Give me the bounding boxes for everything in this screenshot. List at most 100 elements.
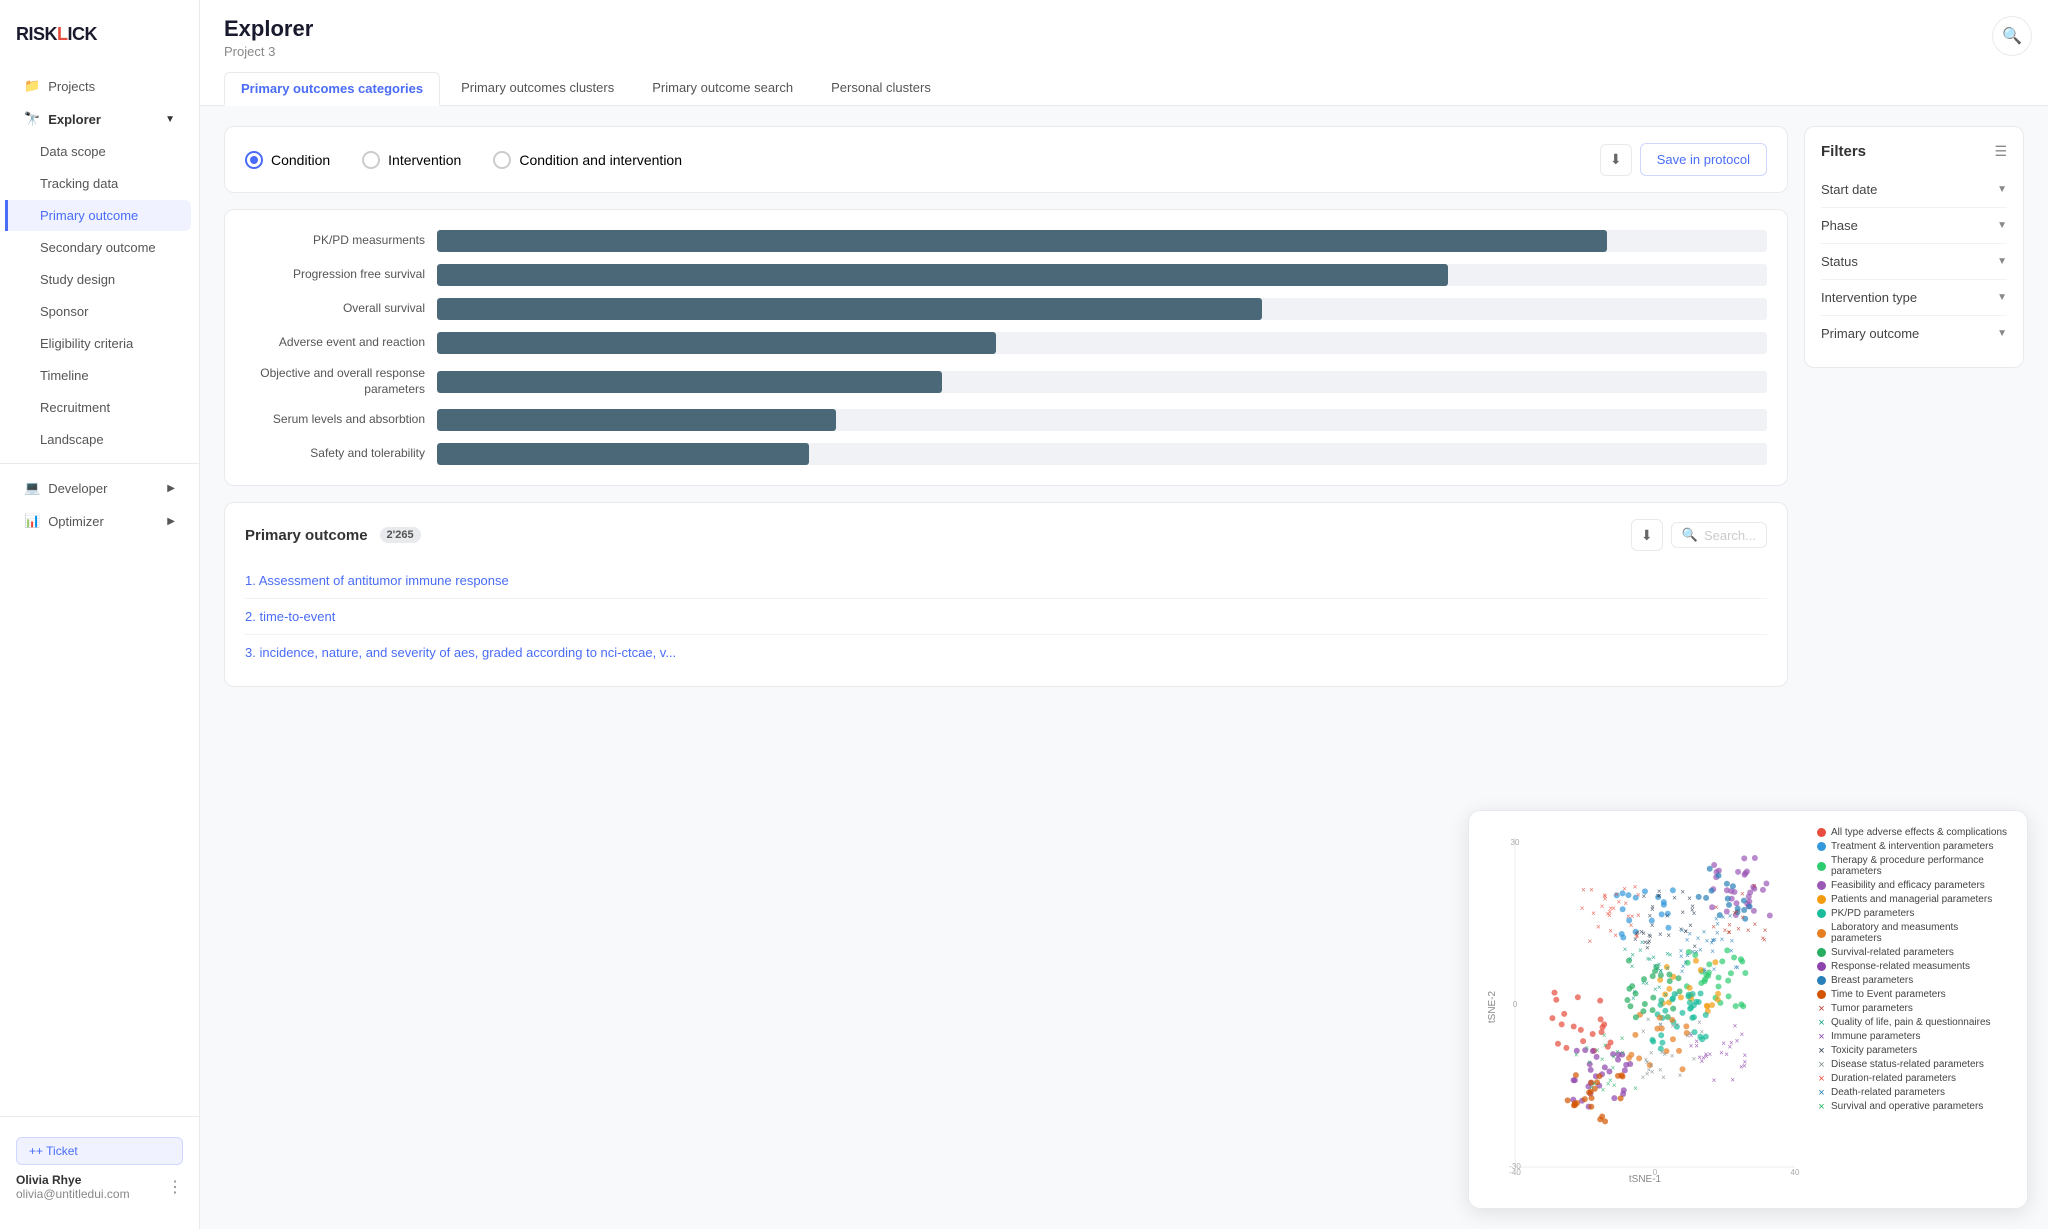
filter-items: Start date ▼ Phase ▼ Status ▼ Interventi… <box>1821 172 2007 351</box>
sidebar-item-landscape[interactable]: Landscape <box>8 424 191 455</box>
sidebar-item-secondary-outcome[interactable]: Secondary outcome <box>8 232 191 263</box>
tab-personal-clusters[interactable]: Personal clusters <box>814 71 948 105</box>
scatter-x: × <box>1636 890 1641 899</box>
scatter-dot <box>1650 1038 1656 1044</box>
scatter-x: × <box>1658 1065 1663 1074</box>
scatter-dot <box>1599 1113 1605 1119</box>
bar-row[interactable]: Objective and overall response parameter… <box>245 366 1767 397</box>
tab-primary-outcomes-categories[interactable]: Primary outcomes categories <box>224 72 440 106</box>
bar-row[interactable]: Adverse event and reaction <box>245 332 1767 354</box>
sidebar-item-study-design[interactable]: Study design <box>8 264 191 295</box>
scatter-dot <box>1719 958 1725 964</box>
sidebar-item-developer[interactable]: 💻 Developer ▶ <box>8 472 191 504</box>
scatter-dot <box>1751 908 1757 914</box>
tab-primary-outcome-search[interactable]: Primary outcome search <box>635 71 810 105</box>
svg-text:tSNE-2: tSNE-2 <box>1487 990 1498 1023</box>
tab-primary-outcomes-clusters[interactable]: Primary outcomes clusters <box>444 71 631 105</box>
filter-label: Phase <box>1821 218 1858 233</box>
bar-row[interactable]: Safety and tolerability <box>245 443 1767 465</box>
scatter-dot <box>1553 997 1559 1003</box>
page-subtitle: Project 3 <box>224 44 2024 59</box>
scatter-x: × <box>1632 988 1637 997</box>
sidebar-item-eligibility-criteria[interactable]: Eligibility criteria <box>8 328 191 359</box>
user-profile: Olivia Rhye olivia@untitledui.com ⋮ <box>16 1173 183 1201</box>
legend-item: ×Tumor parameters <box>1817 1003 2011 1014</box>
scatter-dot <box>1575 994 1581 1000</box>
scatter-dot <box>1665 1014 1671 1020</box>
sidebar-item-sponsor[interactable]: Sponsor <box>8 296 191 327</box>
legend-item: Laboratory and measuments parameters <box>1817 922 2011 944</box>
list-item[interactable]: 2. time-to-event <box>245 599 1767 635</box>
scatter-x: × <box>1665 912 1670 921</box>
scatter-x: × <box>1635 931 1640 940</box>
list-item[interactable]: 3. incidence, nature, and severity of ae… <box>245 635 1767 670</box>
scatter-dot <box>1636 1055 1642 1061</box>
scatter-dot <box>1659 1040 1665 1046</box>
scatter-x: × <box>1746 926 1751 935</box>
legend-x-mark: × <box>1817 1018 1826 1027</box>
scatter-x: × <box>1690 947 1695 956</box>
scatter-x: × <box>1712 1076 1717 1085</box>
scatter-x: × <box>1740 913 1745 922</box>
global-search-button[interactable]: 🔍 <box>1992 16 2032 56</box>
sidebar-item-tracking-data[interactable]: Tracking data <box>8 168 191 199</box>
scatter-dot <box>1724 887 1730 893</box>
scatter-x: × <box>1707 1050 1712 1059</box>
sidebar-item-optimizer[interactable]: 📊 Optimizer ▶ <box>8 505 191 537</box>
scatter-dot <box>1563 1045 1569 1051</box>
scatter-x: × <box>1623 945 1628 954</box>
bar-label: Objective and overall response parameter… <box>245 366 425 397</box>
radio-condition[interactable]: Condition <box>245 151 330 169</box>
ticket-button[interactable]: + + Ticket <box>16 1137 183 1165</box>
scatter-x: × <box>1729 937 1734 946</box>
svg-text:0: 0 <box>1653 1168 1658 1177</box>
filter-item-intervention-type[interactable]: Intervention type ▼ <box>1821 280 2007 316</box>
sidebar-nav: 📁 Projects 🔭 Explorer ▼ Data scope Track… <box>0 69 199 538</box>
user-details: Olivia Rhye olivia@untitledui.com <box>16 1173 130 1201</box>
scatter-x: × <box>1692 909 1697 918</box>
scatter-x: × <box>1620 1048 1625 1057</box>
bar-row[interactable]: Overall survival <box>245 298 1767 320</box>
scatter-x: × <box>1612 1081 1617 1090</box>
radio-condition-intervention[interactable]: Condition and intervention <box>493 151 682 169</box>
outcome-download-button[interactable]: ⬇ <box>1631 519 1663 551</box>
legend-label: Duration-related parameters <box>1831 1073 1956 1084</box>
download-icon-button[interactable]: ⬇ <box>1600 144 1632 176</box>
bar-row[interactable]: Progression free survival <box>245 264 1767 286</box>
outcome-search-box[interactable]: 🔍 Search... <box>1671 522 1767 548</box>
save-protocol-button[interactable]: Save in protocol <box>1640 143 1767 176</box>
sidebar-item-recruitment[interactable]: Recruitment <box>8 392 191 423</box>
scatter-dot <box>1716 873 1722 879</box>
scatter-x: × <box>1679 947 1684 956</box>
bar-row[interactable]: PK/PD measurments <box>245 230 1767 252</box>
legend-item: ×Toxicity parameters <box>1817 1045 2011 1056</box>
scatter-dot <box>1559 1021 1565 1027</box>
scatter-dot <box>1624 997 1630 1003</box>
sidebar-item-data-scope[interactable]: Data scope <box>8 136 191 167</box>
bar-row[interactable]: Serum levels and absorbtion <box>245 409 1767 431</box>
legend-x-mark: × <box>1817 1046 1826 1055</box>
legend-dot <box>1817 842 1826 851</box>
filter-item-status[interactable]: Status ▼ <box>1821 244 2007 280</box>
scatter-dot <box>1589 1095 1595 1101</box>
user-menu-button[interactable]: ⋮ <box>167 1177 183 1197</box>
outcome-header: Primary outcome 2'265 ⬇ 🔍 Search... <box>245 519 1767 551</box>
scatter-dot <box>1621 1087 1627 1093</box>
radio-intervention[interactable]: Intervention <box>362 151 461 169</box>
sidebar-item-projects[interactable]: 📁 Projects <box>8 70 191 102</box>
filter-item-primary-outcome[interactable]: Primary outcome ▼ <box>1821 316 2007 351</box>
sidebar-item-primary-outcome[interactable]: Primary outcome <box>5 200 191 231</box>
bar-track <box>437 298 1767 320</box>
filter-item-phase[interactable]: Phase ▼ <box>1821 208 2007 244</box>
sidebar-item-timeline[interactable]: Timeline <box>8 360 191 391</box>
legend-dot <box>1817 962 1826 971</box>
scatter-x: × <box>1649 1048 1654 1057</box>
sidebar-item-explorer[interactable]: 🔭 Explorer ▼ <box>8 103 191 135</box>
scatter-x: × <box>1633 883 1638 892</box>
scatter-x: × <box>1727 1043 1732 1052</box>
legend-dot <box>1817 948 1826 957</box>
scatter-x: × <box>1600 1055 1605 1064</box>
scatter-dot <box>1642 1001 1648 1007</box>
filter-item-start-date[interactable]: Start date ▼ <box>1821 172 2007 208</box>
list-item[interactable]: 1. Assessment of antitumor immune respon… <box>245 563 1767 599</box>
